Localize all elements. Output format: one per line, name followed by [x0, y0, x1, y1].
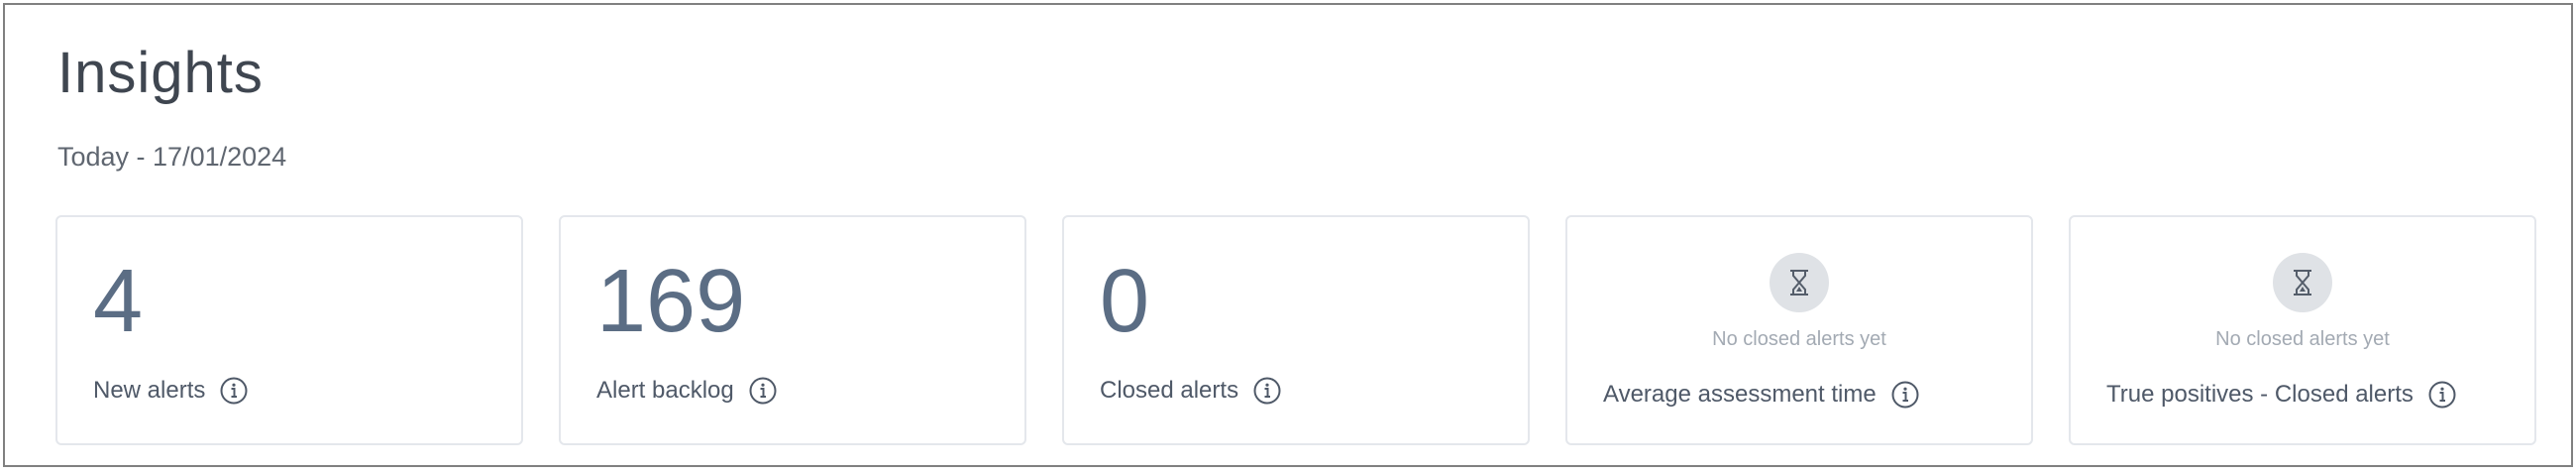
card-alert-backlog: 169 Alert backlog: [559, 215, 1026, 445]
card-true-positives: No closed alerts yet True positives - Cl…: [2069, 215, 2536, 445]
card-label: Closed alerts: [1100, 377, 1239, 404]
insights-panel: Insights Today - 17/01/2024 4 New alerts…: [3, 3, 2573, 467]
empty-state-text: No closed alerts yet: [1712, 328, 1886, 350]
card-footer: Closed alerts: [1100, 376, 1282, 406]
hourglass-icon: [1770, 253, 1829, 312]
new-alerts-count: 4: [93, 252, 144, 351]
info-icon[interactable]: [219, 376, 249, 406]
card-footer: Alert backlog: [596, 376, 778, 406]
card-footer: New alerts: [93, 376, 249, 406]
card-new-alerts: 4 New alerts: [55, 215, 523, 445]
alert-backlog-count: 169: [596, 252, 746, 351]
closed-alerts-count: 0: [1100, 252, 1150, 351]
info-icon[interactable]: [1890, 380, 1920, 410]
card-closed-alerts: 0 Closed alerts: [1062, 215, 1530, 445]
info-icon[interactable]: [2427, 380, 2457, 410]
card-label: New alerts: [93, 377, 206, 404]
page-title: Insights: [57, 41, 264, 105]
hourglass-icon: [2273, 253, 2332, 312]
card-footer: True positives - Closed alerts: [2106, 380, 2457, 410]
info-icon[interactable]: [748, 376, 778, 406]
card-label: True positives - Closed alerts: [2106, 381, 2414, 408]
card-footer: Average assessment time: [1603, 380, 1920, 410]
empty-state-text: No closed alerts yet: [2215, 328, 2390, 350]
card-label: Average assessment time: [1603, 381, 1877, 408]
card-label: Alert backlog: [596, 377, 734, 404]
date-range: Today - 17/01/2024: [57, 142, 287, 172]
card-average-assessment-time: No closed alerts yet Average assessment …: [1565, 215, 2033, 445]
info-icon[interactable]: [1252, 376, 1282, 406]
